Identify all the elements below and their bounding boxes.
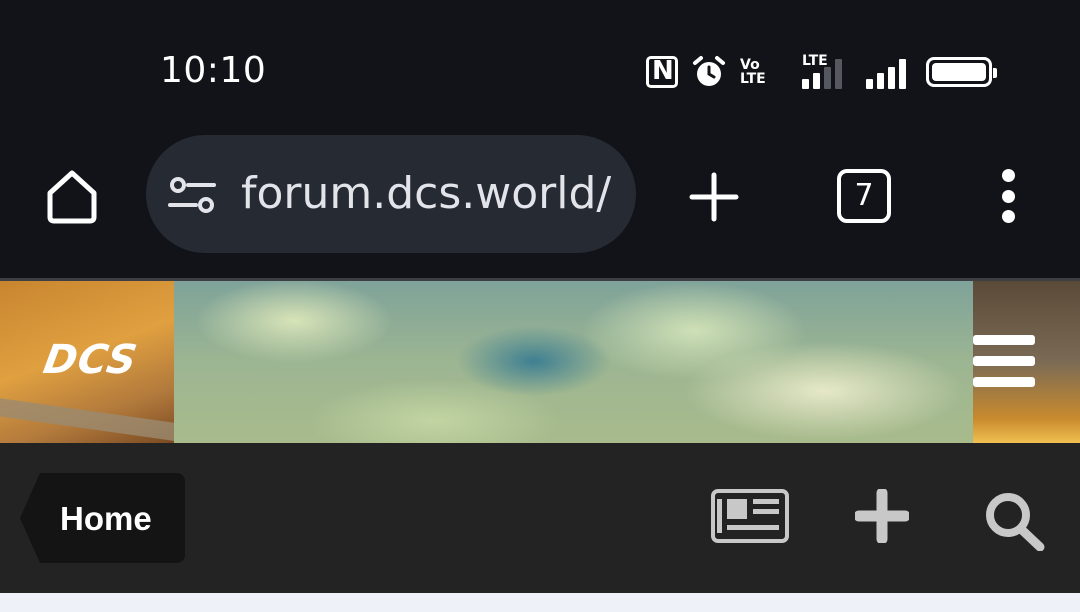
volte-label-bottom: LTE [740,71,766,87]
tabs-count: 7 [854,178,874,213]
url-text[interactable]: forum.dcs.world/ [241,168,611,219]
battery-icon [926,57,997,87]
url-bar[interactable]: forum.dcs.world/ [146,135,636,253]
tabs-button[interactable]: 7 [837,169,891,223]
status-bar: 10:10 Vo LTE LTE [0,0,1080,135]
status-icons: Vo LTE LTE [646,52,1006,92]
hamburger-menu-icon[interactable] [973,335,1035,387]
forum-nav: Home [0,443,1080,593]
lte-signal-icon: LTE [792,53,852,89]
alarm-icon [693,56,725,86]
breadcrumb-home[interactable]: Home [20,473,185,563]
banner-image-clouds [174,281,973,443]
signal-icon [866,55,912,89]
search-icon[interactable] [982,491,1046,551]
page-body [0,593,1080,612]
newspaper-icon[interactable] [711,489,789,543]
dcs-logo[interactable]: DCS [40,337,141,383]
status-time: 10:10 [160,50,267,91]
tune-icon[interactable] [168,175,216,215]
home-icon[interactable] [40,163,104,227]
new-tab-button[interactable] [688,171,740,223]
browser-toolbar: forum.dcs.world/ 7 [0,135,1080,278]
more-vert-icon[interactable] [992,169,1024,223]
volte-label-top: Vo [740,57,760,73]
breadcrumb-home-label: Home [60,500,152,537]
site-banner: DCS [0,281,1080,443]
volte-icon: Vo LTE [740,58,778,86]
add-content-button[interactable] [855,489,909,543]
nfc-icon [646,56,678,88]
